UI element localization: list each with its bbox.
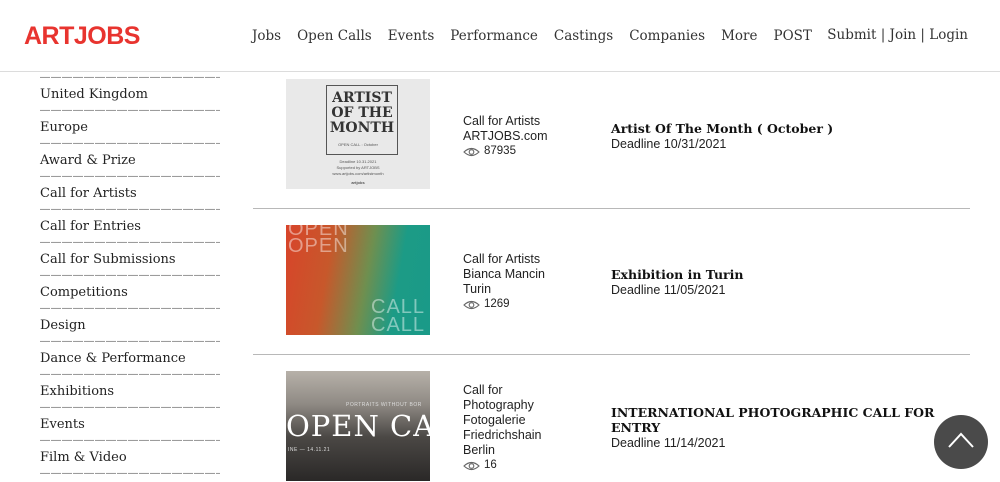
poster-line: OPEN CALL : October [338,142,378,147]
listing-meta: Call for Artists ARTJOBS.com 87935 [463,114,573,159]
listing-location[interactable]: Turin [463,282,573,297]
listing-category[interactable]: Call for Artists [463,114,573,129]
nav-companies[interactable]: Companies [629,28,705,44]
listing-deadline: Deadline 10/31/2021 [611,137,727,151]
poster-line: Deadline 10.31.2021 [339,159,377,164]
listing-meta: Call for Artists Bianca Mancin Turin 126… [463,252,573,312]
poster-logo: artjobs [351,180,365,185]
category-sidebar: —————————————————— United Kingdom ——————… [40,72,220,479]
sidebar-item-call-for-entries[interactable]: Call for Entries [40,215,220,239]
sidebar-divider: —————————————————— [40,305,220,314]
sidebar-divider: —————————————————— [40,437,220,446]
join-link[interactable]: Join [890,27,917,43]
auth-links: Submit | Join | Login [827,27,968,43]
listing-title-block: INTERNATIONAL PHOTOGRAPHIC CALL FOR ENTR… [611,405,941,451]
sidebar-item-exhibitions[interactable]: Exhibitions [40,380,220,404]
auth-separator: | [916,27,930,43]
artjobs-logo[interactable]: ARTJOBS [24,22,140,51]
sidebar-item-europe[interactable]: Europe [40,116,220,140]
listing-org[interactable]: Bianca Mancin [463,267,573,282]
listing-title[interactable]: Artist Of The Month ( October ) [611,121,941,136]
listing-thumbnail[interactable]: ARTIST OF THE MONTH OPEN CALL : October … [286,79,430,189]
nav-more[interactable]: More [721,28,757,44]
sidebar-divider: —————————————————— [40,107,220,116]
scroll-to-top-button[interactable] [934,415,988,469]
sidebar-divider: —————————————————— [40,272,220,281]
poster-subtitle: PORTRAITS WITHOUT BOR [346,402,422,408]
listing-deadline: Deadline 11/14/2021 [611,436,726,450]
sidebar-divider: —————————————————— [40,140,220,149]
listing-row: OPEN OPEN CALL CALL Call for Artists Bia… [253,209,970,355]
sidebar-item-award-prize[interactable]: Award & Prize [40,149,220,173]
sidebar-divider: —————————————————— [40,206,220,215]
listing-title[interactable]: INTERNATIONAL PHOTOGRAPHIC CALL FOR ENTR… [611,405,941,435]
listing-title-block: Exhibition in Turin Deadline 11/05/2021 [611,267,941,298]
view-count: 16 [463,458,573,473]
poster-line: www.artjobs.com/artistmonth [332,171,384,176]
view-count-value: 1269 [484,298,510,310]
sidebar-item-united-kingdom[interactable]: United Kingdom [40,83,220,107]
listing-deadline: Deadline 11/05/2021 [611,283,726,297]
eye-icon [463,300,480,309]
listing-feed: ARTIST OF THE MONTH OPEN CALL : October … [253,72,970,482]
nav-performance[interactable]: Performance [450,28,538,44]
poster-line: Supported by ARTJOBS [336,165,380,170]
eye-icon [463,147,480,156]
view-count-value: 87935 [484,145,516,157]
nav-jobs[interactable]: Jobs [252,28,281,44]
login-link[interactable]: Login [929,27,968,43]
listing-title[interactable]: Exhibition in Turin [611,267,941,282]
sidebar-item-call-for-artists[interactable]: Call for Artists [40,182,220,206]
view-count: 87935 [463,144,573,159]
sidebar-item-film-video[interactable]: Film & Video [40,446,220,470]
submit-link[interactable]: Submit [827,27,876,43]
view-count: 1269 [463,297,573,312]
eye-icon [463,461,480,470]
listing-location[interactable]: Berlin [463,443,573,458]
sidebar-divider: —————————————————— [40,338,220,347]
listing-row: ARTIST OF THE MONTH OPEN CALL : October … [253,72,970,209]
nav-open-calls[interactable]: Open Calls [297,28,372,44]
sidebar-divider: —————————————————— [40,74,220,83]
sidebar-divider: —————————————————— [40,404,220,413]
site-header: ARTJOBS Jobs Open Calls Events Performan… [0,0,1000,72]
nav-events[interactable]: Events [388,28,435,44]
view-count-value: 16 [484,459,497,471]
listing-meta: Call for Photography Fotogalerie Friedri… [463,383,573,473]
poster-title: ARTIST OF THE MONTH [329,90,395,136]
sidebar-divider: —————————————————— [40,239,220,248]
listing-org[interactable]: Fotogalerie Friedrichshain [463,413,573,443]
sidebar-item-call-for-submissions[interactable]: Call for Submissions [40,248,220,272]
sidebar-divider: —————————————————— [40,173,220,182]
poster-open-text: OPEN [288,235,349,257]
sidebar-item-dance-performance[interactable]: Dance & Performance [40,347,220,371]
sidebar-item-competitions[interactable]: Competitions [40,281,220,305]
poster-date: INE — 14.11.21 [288,447,331,453]
listing-thumbnail[interactable]: PORTRAITS WITHOUT BOR OPEN CALL INE — 14… [286,371,430,481]
poster-headline: OPEN CALL [286,409,430,443]
main-nav: Jobs Open Calls Events Performance Casti… [252,28,828,44]
listing-category[interactable]: Call for Photography [463,383,573,413]
sidebar-divider: —————————————————— [40,470,220,479]
nav-post[interactable]: POST [774,28,812,44]
auth-separator: | [876,27,890,43]
listing-org[interactable]: ARTJOBS.com [463,129,573,144]
listing-category[interactable]: Call for Artists [463,252,573,267]
chevron-up-icon [948,432,974,448]
sidebar-item-design[interactable]: Design [40,314,220,338]
sidebar-item-events[interactable]: Events [40,413,220,437]
poster-call-text: CALL [371,314,426,335]
sidebar-divider: —————————————————— [40,371,220,380]
listing-row: PORTRAITS WITHOUT BOR OPEN CALL INE — 14… [253,355,970,482]
listing-title-block: Artist Of The Month ( October ) Deadline… [611,121,941,152]
listing-thumbnail[interactable]: OPEN OPEN CALL CALL [286,225,430,335]
nav-castings[interactable]: Castings [554,28,613,44]
